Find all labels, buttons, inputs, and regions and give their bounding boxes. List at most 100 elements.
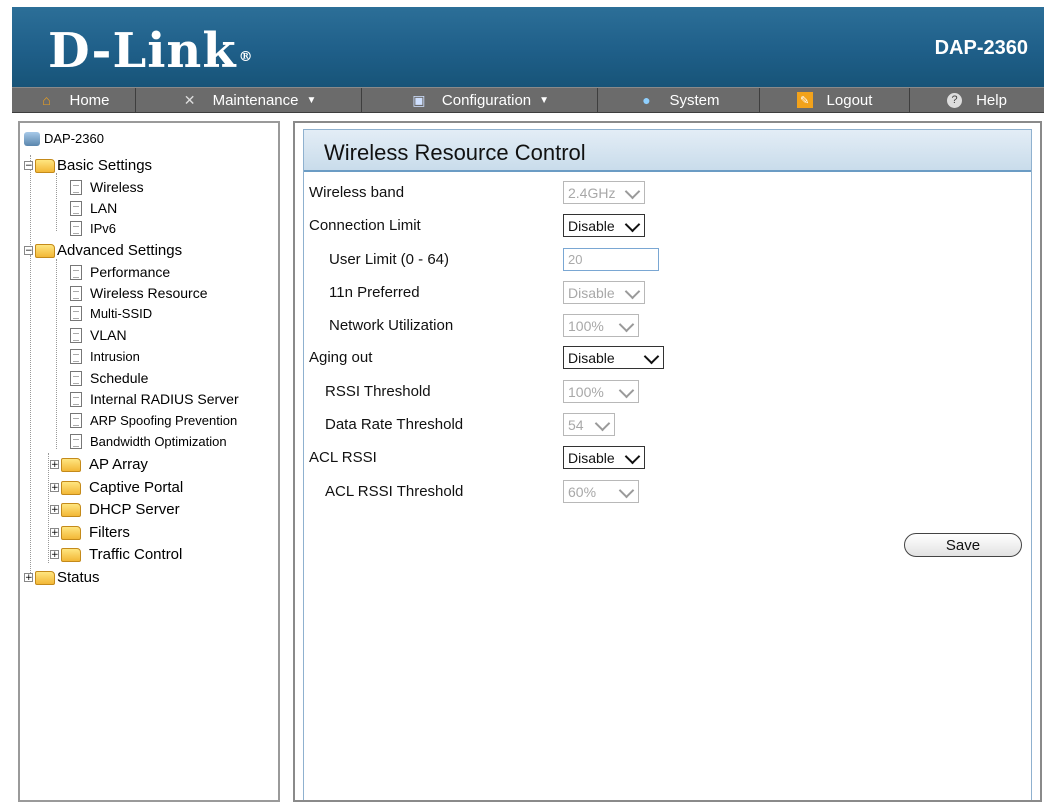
rssi-threshold-select[interactable]: 100% <box>563 380 639 403</box>
tree-folder-label: Filters <box>89 524 130 541</box>
page-icon <box>70 370 82 386</box>
page-icon <box>70 434 82 449</box>
save-button[interactable]: Save <box>904 533 1022 557</box>
tree-item-multi-ssid[interactable]: Multi-SSID <box>68 306 152 321</box>
collapse-icon: − <box>24 161 33 171</box>
acl-rssi-select[interactable]: Disable <box>563 446 645 469</box>
tree-item-label: Multi-SSID <box>90 306 153 321</box>
network-utilization-select[interactable]: 100% <box>563 314 639 337</box>
tree-item-label: Wireless <box>90 179 144 195</box>
nav-help[interactable]: ? Help <box>910 88 1044 112</box>
tree-item-wireless-resource[interactable]: Wireless Resource <box>68 285 207 301</box>
page-icon <box>70 327 82 343</box>
system-icon: ● <box>642 92 651 108</box>
nav-maintenance[interactable]: ✕ Maintenance ▼ <box>136 88 362 112</box>
connection-limit-label: Connection Limit <box>309 217 421 234</box>
tree-basic-settings-label: Basic Settings <box>57 157 153 174</box>
data-rate-threshold-label: Data Rate Threshold <box>325 416 464 433</box>
tree-item-label: Wireless Resource <box>90 285 208 301</box>
folder-icon <box>61 457 81 472</box>
title-bar: Wireless Resource Control <box>304 130 1031 172</box>
tree-item-schedule[interactable]: Schedule <box>68 370 148 386</box>
wireless-band-select[interactable]: 2.4GHz <box>563 181 645 204</box>
user-limit-input[interactable]: 20 <box>563 248 659 271</box>
tree-status-label: Status <box>57 569 100 586</box>
user-limit-value: 20 <box>568 252 583 267</box>
tree-item-label: ARP Spoofing Prevention <box>90 413 238 428</box>
tree-status[interactable]: + Status <box>24 569 100 586</box>
tree-folder-dhcp-server[interactable]: + DHCP Server <box>50 501 180 518</box>
tree-folder-ap-array[interactable]: + AP Array <box>50 456 148 473</box>
tree-item-ipv6[interactable]: IPv6 <box>68 221 116 236</box>
tree-item-performance[interactable]: Performance <box>68 264 170 280</box>
chevron-down-icon <box>618 316 635 333</box>
tree-item-intrusion[interactable]: Intrusion <box>68 349 140 364</box>
acl-rssi-threshold-select[interactable]: 60% <box>563 480 639 503</box>
n-preferred-select[interactable]: Disable <box>563 281 645 304</box>
tree-folder-label: Traffic Control <box>89 546 183 563</box>
tree-root-label: DAP-2360 <box>44 131 104 146</box>
folder-icon <box>61 525 81 540</box>
tree-folder-traffic-control[interactable]: + Traffic Control <box>50 546 182 563</box>
aging-out-label: Aging out <box>309 349 373 366</box>
nav-home[interactable]: ⌂ Home <box>12 88 136 112</box>
tree-item-lan[interactable]: LAN <box>68 200 117 216</box>
chevron-down-icon <box>643 348 660 365</box>
nav-system-label: System <box>669 91 720 109</box>
tree-item-label: Intrusion <box>90 349 140 364</box>
tree-item-vlan[interactable]: VLAN <box>68 327 127 343</box>
folder-icon <box>35 570 55 585</box>
folder-icon <box>61 547 81 562</box>
page-icon <box>70 391 82 407</box>
dlink-logo: D-Link ® <box>48 23 254 79</box>
aging-out-value: Disable <box>568 349 615 366</box>
tree-root[interactable]: DAP-2360 <box>24 131 104 146</box>
page-icon <box>70 413 82 428</box>
chevron-down-icon <box>618 382 635 399</box>
page-title: Wireless Resource Control <box>324 140 586 165</box>
page-icon <box>70 306 82 321</box>
tree-item-label: Bandwidth Optimization <box>90 434 227 449</box>
nav-system[interactable]: ● System <box>598 88 760 112</box>
tree-advanced-settings[interactable]: − Advanced Settings <box>24 242 182 259</box>
chevron-down-icon: ▼ <box>306 94 317 106</box>
rssi-threshold-value: 100% <box>568 383 604 400</box>
tree-item-bandwidth-optimization[interactable]: Bandwidth Optimization <box>68 434 227 449</box>
folder-open-icon <box>35 243 55 258</box>
nav-configuration[interactable]: ▣ Configuration ▼ <box>362 88 598 112</box>
folder-open-icon <box>35 158 55 173</box>
expand-icon: + <box>50 528 59 538</box>
page-icon <box>70 349 82 364</box>
tools-icon: ✕ <box>183 91 196 108</box>
nav-help-label: Help <box>976 91 1007 109</box>
tree-folder-captive-portal[interactable]: + Captive Portal <box>50 479 183 496</box>
page-icon <box>70 285 82 301</box>
tree-item-wireless[interactable]: Wireless <box>68 179 144 195</box>
connection-limit-select[interactable]: Disable <box>563 214 645 237</box>
tree-basic-settings[interactable]: − Basic Settings <box>24 157 152 174</box>
page-icon <box>70 264 82 280</box>
n-preferred-value: Disable <box>568 284 615 301</box>
tree-item-arp-spoofing-prevention[interactable]: ARP Spoofing Prevention <box>68 413 237 428</box>
navigation-tree: DAP-2360 − Basic Settings Wireless LAN I… <box>18 121 280 802</box>
acl-rssi-threshold-label: ACL RSSI Threshold <box>325 483 464 500</box>
tree-item-label: Performance <box>90 264 171 280</box>
tree-folder-filters[interactable]: + Filters <box>50 524 130 541</box>
home-icon: ⌂ <box>42 92 51 108</box>
nav-configuration-label: Configuration <box>441 91 532 109</box>
data-rate-threshold-select[interactable]: 54 <box>563 413 615 436</box>
disk-icon: ▣ <box>412 91 426 108</box>
help-icon: ? <box>947 92 963 108</box>
chevron-down-icon <box>594 415 611 432</box>
aging-out-select[interactable]: Disable <box>563 346 664 369</box>
nav-logout[interactable]: ✎ Logout <box>760 88 910 112</box>
tree-item-internal-radius-server[interactable]: Internal RADIUS Server <box>68 391 239 407</box>
nav-logout-label: Logout <box>826 91 873 109</box>
expand-icon: + <box>50 505 59 515</box>
tree-item-label: IPv6 <box>90 221 117 236</box>
nav-home-label: Home <box>69 91 110 109</box>
folder-icon <box>61 502 81 517</box>
page-icon <box>70 221 82 236</box>
logout-icon: ✎ <box>796 92 813 108</box>
acl-rssi-label: ACL RSSI <box>309 449 377 466</box>
